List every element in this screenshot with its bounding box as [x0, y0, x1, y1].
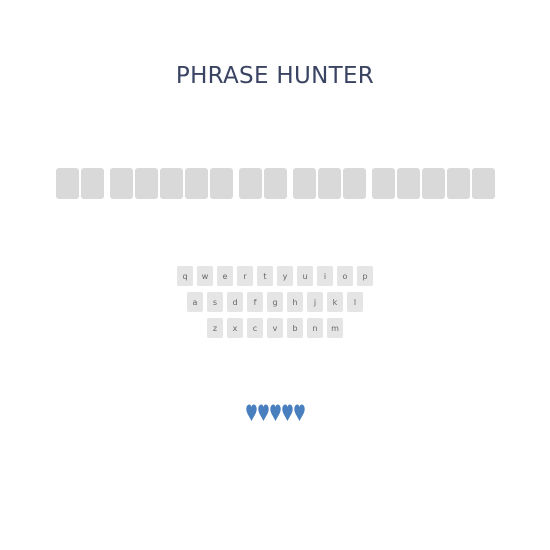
key-x[interactable]: x — [227, 318, 243, 338]
key-j[interactable]: j — [307, 292, 323, 312]
key-n[interactable]: n — [307, 318, 323, 338]
key-t[interactable]: t — [257, 266, 273, 286]
phrase-word — [109, 168, 233, 199]
key-e[interactable]: e — [217, 266, 233, 286]
key-o[interactable]: o — [337, 266, 353, 286]
heart-icon — [281, 404, 293, 421]
phrase-word — [292, 168, 366, 199]
key-k[interactable]: k — [327, 292, 343, 312]
lives-display — [0, 404, 550, 421]
key-w[interactable]: w — [197, 266, 213, 286]
letter-tile — [55, 168, 79, 199]
letter-tile — [109, 168, 133, 199]
key-f[interactable]: f — [247, 292, 263, 312]
key-z[interactable]: z — [207, 318, 223, 338]
heart-icon — [257, 404, 269, 421]
letter-tile — [292, 168, 316, 199]
letter-tile — [396, 168, 420, 199]
game-screen: PHRASE HUNTER qwertyuiop asdfghjkl zxcvbnm — [0, 0, 550, 550]
letter-tile — [446, 168, 470, 199]
letter-tile — [134, 168, 158, 199]
key-q[interactable]: q — [177, 266, 193, 286]
letter-tile — [317, 168, 341, 199]
phrase-word — [55, 168, 104, 199]
key-c[interactable]: c — [247, 318, 263, 338]
keyboard-row: qwertyuiop — [0, 266, 550, 286]
key-g[interactable]: g — [267, 292, 283, 312]
key-p[interactable]: p — [357, 266, 373, 286]
key-u[interactable]: u — [297, 266, 313, 286]
onscreen-keyboard: qwertyuiop asdfghjkl zxcvbnm — [0, 266, 550, 344]
letter-tile — [159, 168, 183, 199]
letter-tile — [209, 168, 233, 199]
keyboard-row: zxcvbnm — [0, 318, 550, 338]
phrase-display — [0, 168, 550, 199]
letter-tile — [421, 168, 445, 199]
letter-tile — [371, 168, 395, 199]
heart-icon — [269, 404, 281, 421]
key-m[interactable]: m — [327, 318, 343, 338]
key-y[interactable]: y — [277, 266, 293, 286]
letter-tile — [342, 168, 366, 199]
key-v[interactable]: v — [267, 318, 283, 338]
letter-tile — [238, 168, 262, 199]
page-title: PHRASE HUNTER — [175, 63, 375, 89]
letter-tile — [471, 168, 495, 199]
phrase-word — [238, 168, 287, 199]
heart-icon — [245, 404, 257, 421]
key-a[interactable]: a — [187, 292, 203, 312]
key-s[interactable]: s — [207, 292, 223, 312]
key-l[interactable]: l — [347, 292, 363, 312]
keyboard-row: asdfghjkl — [0, 292, 550, 312]
key-i[interactable]: i — [317, 266, 333, 286]
key-d[interactable]: d — [227, 292, 243, 312]
key-b[interactable]: b — [287, 318, 303, 338]
key-r[interactable]: r — [237, 266, 253, 286]
letter-tile — [184, 168, 208, 199]
letter-tile — [263, 168, 287, 199]
heart-icon — [293, 404, 305, 421]
key-h[interactable]: h — [287, 292, 303, 312]
phrase-word — [371, 168, 495, 199]
letter-tile — [80, 168, 104, 199]
